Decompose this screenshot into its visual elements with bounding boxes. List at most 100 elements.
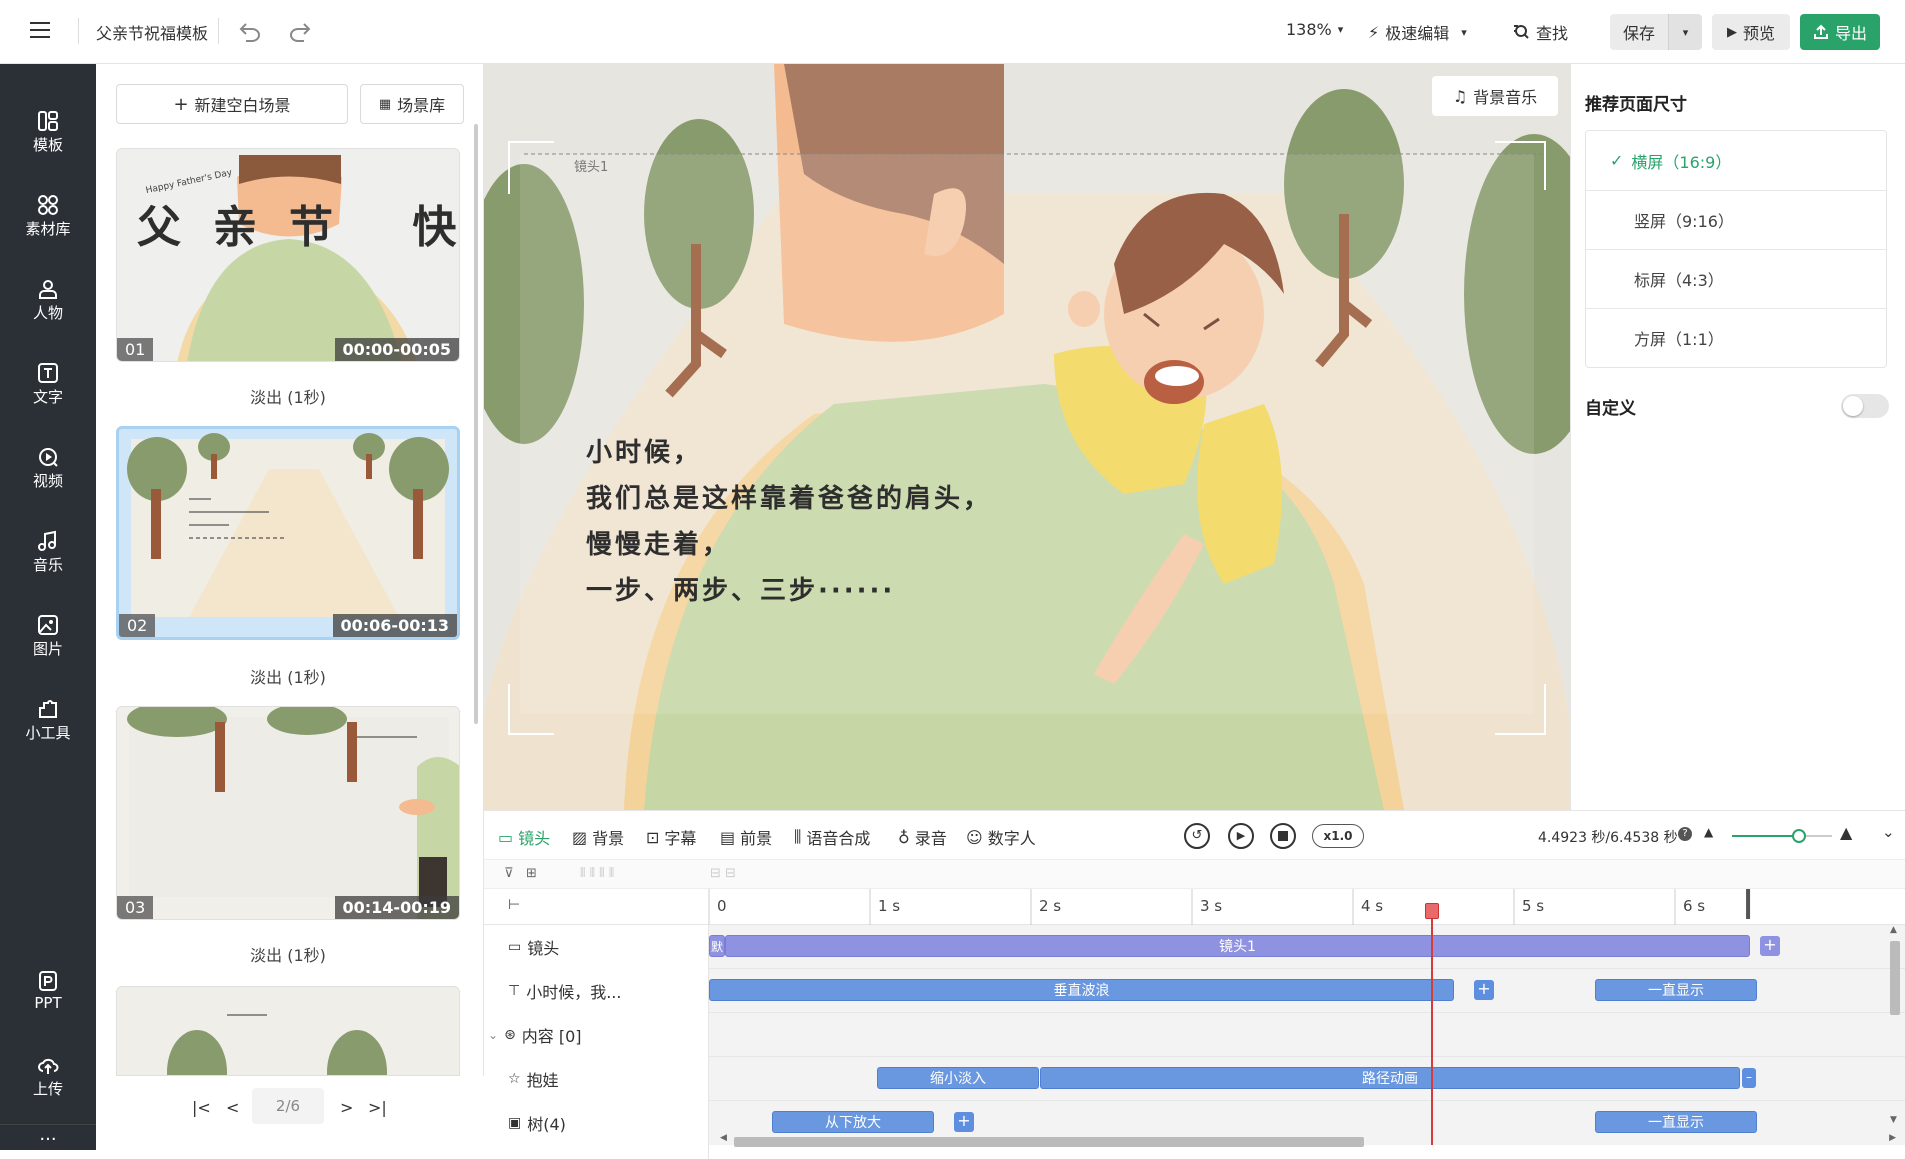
- tab-digital-human[interactable]: ☺ 数字人: [966, 825, 1036, 849]
- scroll-left-icon[interactable]: ◀: [720, 1133, 727, 1143]
- shot-bar[interactable]: 镜头1: [725, 935, 1750, 957]
- size-option-9-16[interactable]: 竖屏（9:16）: [1586, 190, 1886, 249]
- zoom-select[interactable]: 138% ▾: [1286, 20, 1343, 39]
- scroll-thumb[interactable]: [734, 1137, 1364, 1147]
- tab-record[interactable]: ♁ 录音: [898, 825, 947, 849]
- scene-transition[interactable]: 淡出 (1秒): [96, 384, 480, 408]
- scene-transition[interactable]: 淡出 (1秒): [96, 942, 480, 966]
- playhead[interactable]: [1425, 903, 1440, 1145]
- last-page-icon[interactable]: >|: [368, 1098, 387, 1117]
- rail-item-ppt[interactable]: PPT: [0, 964, 96, 1034]
- rail-item-image[interactable]: 图片: [0, 608, 96, 678]
- track-label-content[interactable]: ⌄ ⊛ 内容 [0]: [484, 1013, 709, 1057]
- tab-tts[interactable]: ⫼ 语音合成: [794, 825, 870, 849]
- scene-card-03[interactable]: 03 00:14-00:19: [116, 706, 460, 920]
- rail-item-video[interactable]: 视频: [0, 440, 96, 510]
- undo-icon[interactable]: [238, 20, 262, 42]
- rail-label: 视频: [32, 472, 63, 490]
- group-icon[interactable]: ⊞: [526, 866, 537, 881]
- edit-mode-select[interactable]: ⚡ 极速编辑 ▾: [1368, 20, 1467, 44]
- next-page-icon[interactable]: >: [340, 1098, 353, 1117]
- playhead-handle[interactable]: [1425, 903, 1440, 919]
- tab-foreground[interactable]: ▤ 前景: [720, 825, 772, 849]
- save-dropdown-button[interactable]: ▾: [1668, 14, 1702, 50]
- vertical-scrollbar[interactable]: ▲ ▼: [1888, 925, 1902, 1125]
- text-anim-bar[interactable]: 垂直波浪: [709, 979, 1454, 1001]
- first-page-icon[interactable]: |<: [192, 1098, 211, 1117]
- scene-library-label: 场景库: [397, 96, 446, 115]
- scroll-down-icon[interactable]: ▼: [1890, 1115, 1897, 1125]
- filter-icon[interactable]: ⊽: [504, 866, 514, 881]
- shot-default-bar[interactable]: 默: [709, 935, 725, 957]
- tab-shot[interactable]: ▭ 镜头: [498, 825, 550, 849]
- tree-always-bar[interactable]: 一直显示: [1595, 1111, 1757, 1133]
- collapse-icon[interactable]: ⌄: [1882, 823, 1895, 841]
- new-blank-scene-button[interactable]: + 新建空白场景: [116, 84, 348, 124]
- zoom-out-icon[interactable]: ▲: [1704, 825, 1713, 839]
- editor-canvas[interactable]: 镜头1 ♫ 背景音乐 小时候， 我们总是这样靠着爸爸的肩头， 慢慢走着， 一步、…: [484, 64, 1570, 810]
- size-option-1-1[interactable]: 方屏（1:1）: [1586, 308, 1886, 367]
- tree-view-icon[interactable]: ⊢: [508, 897, 520, 913]
- export-button[interactable]: 导出: [1800, 14, 1880, 50]
- replay-icon[interactable]: ↺: [1184, 823, 1210, 849]
- background-music-button[interactable]: ♫ 背景音乐: [1432, 76, 1558, 116]
- zoom-in-icon[interactable]: ▲: [1840, 823, 1852, 842]
- add-anim-icon[interactable]: +: [1474, 980, 1494, 1000]
- scene-transition[interactable]: 淡出 (1秒): [96, 664, 480, 688]
- scroll-thumb[interactable]: [1890, 941, 1900, 1015]
- music-icon: ♫: [1452, 86, 1468, 106]
- track-label-shot[interactable]: ▭ 镜头: [484, 925, 709, 969]
- menu-icon[interactable]: [30, 22, 50, 40]
- ruler-label: 4 s: [1361, 897, 1383, 915]
- track-label-text[interactable]: ⊤ 小时候，我...: [484, 969, 709, 1013]
- rail-item-material[interactable]: 素材库: [0, 188, 96, 258]
- add-tree-anim-icon[interactable]: +: [954, 1112, 974, 1132]
- stop-icon[interactable]: [1270, 823, 1296, 849]
- scene-card-04[interactable]: [116, 986, 460, 1076]
- rail-item-music[interactable]: 音乐: [0, 524, 96, 594]
- scene-card-01[interactable]: Happy Father's Day 父亲节 快乐 01 00:00-00:05: [116, 148, 460, 362]
- scroll-right-icon[interactable]: ▶: [1889, 1133, 1896, 1143]
- save-button[interactable]: 保存: [1610, 14, 1668, 50]
- more-button[interactable]: ···: [0, 1124, 96, 1150]
- size-option-16-9[interactable]: ✓ 横屏（16:9）: [1586, 131, 1886, 190]
- pagination: |< < 2/6 > >|: [96, 1076, 484, 1150]
- text-always-bar[interactable]: 一直显示: [1595, 979, 1757, 1001]
- find-button[interactable]: 查找: [1512, 20, 1568, 44]
- track-label-baby[interactable]: ☆ 抱娃: [484, 1057, 709, 1101]
- rail-item-text[interactable]: 文字: [0, 356, 96, 426]
- distribute-icon: ⊟ ⊟: [710, 866, 736, 881]
- rail-item-person[interactable]: 人物: [0, 272, 96, 342]
- scroll-up-icon[interactable]: ▲: [1890, 925, 1897, 935]
- scene-card-02[interactable]: 02 00:06-00:13: [116, 426, 460, 640]
- size-option-4-3[interactable]: 标屏（4:3）: [1586, 249, 1886, 308]
- prev-page-icon[interactable]: <: [226, 1098, 239, 1117]
- zoom-slider-handle[interactable]: [1792, 829, 1806, 843]
- baby-path-bar[interactable]: 路径动画: [1040, 1067, 1740, 1089]
- add-shot-icon[interactable]: +: [1760, 936, 1780, 956]
- scene-library-button[interactable]: ▦ 场景库: [360, 84, 464, 124]
- project-title[interactable]: 父亲节祝福模板: [96, 20, 208, 44]
- custom-size-toggle[interactable]: [1841, 394, 1889, 418]
- tab-subtitle[interactable]: ⊡ 字幕: [646, 825, 696, 849]
- zoom-slider[interactable]: [1732, 829, 1832, 843]
- help-icon[interactable]: ?: [1678, 827, 1692, 841]
- caption-text-block[interactable]: 小时候， 我们总是这样靠着爸爸的肩头， 慢慢走着， 一步、两步、三步······: [586, 430, 992, 614]
- baby-end-icon[interactable]: –: [1742, 1068, 1756, 1088]
- rail-item-tool[interactable]: 小工具: [0, 692, 96, 762]
- track-label-tree[interactable]: ▣ 树(4): [484, 1101, 709, 1145]
- baby-in-bar[interactable]: 缩小淡入: [877, 1067, 1039, 1089]
- tree-in-bar[interactable]: 从下放大: [772, 1111, 934, 1133]
- track-name: 树(4): [527, 1115, 566, 1134]
- horizontal-scrollbar[interactable]: ◀ ▶: [720, 1133, 1896, 1147]
- play-icon[interactable]: ▶: [1228, 823, 1254, 849]
- rail-item-template[interactable]: 模板: [0, 104, 96, 174]
- page-indicator[interactable]: 2/6: [252, 1088, 324, 1124]
- tab-background[interactable]: ▨ 背景: [572, 825, 624, 849]
- playback-speed[interactable]: x1.0: [1312, 824, 1364, 848]
- scroll-thumb[interactable]: [474, 124, 478, 724]
- redo-icon[interactable]: [288, 20, 312, 42]
- rail-item-upload[interactable]: 上传: [0, 1048, 96, 1118]
- scene-end-marker[interactable]: [1746, 889, 1751, 919]
- preview-button[interactable]: ▶ 预览: [1712, 14, 1790, 50]
